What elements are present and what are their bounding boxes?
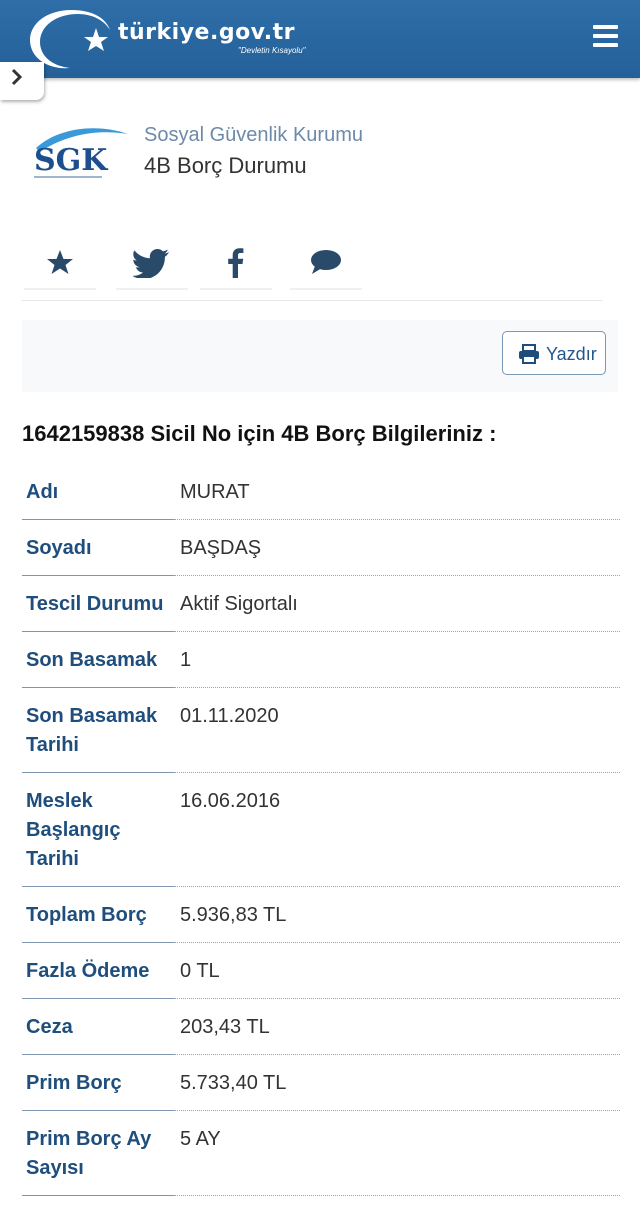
row-value: 1 <box>174 631 620 688</box>
favorite-button[interactable] <box>24 238 96 290</box>
table-row: Son Basamak Tarihi 01.11.2020 <box>22 687 620 773</box>
print-button[interactable]: Yazdır <box>502 331 606 375</box>
row-value: BAŞDAŞ <box>174 519 620 576</box>
table-row: Fazla Ödeme 0 TL <box>22 942 620 999</box>
row-label: Toplam Borç <box>22 886 174 943</box>
print-label: Yazdır <box>546 344 597 364</box>
sgk-logo: SGK <box>34 128 128 178</box>
logo-slogan: "Devletin Kısayolu" <box>238 46 306 55</box>
svg-text:SGK: SGK <box>34 143 108 178</box>
twitter-icon <box>133 249 169 278</box>
comment-button[interactable] <box>290 238 362 290</box>
logo-text: türkiye.gov.tr <box>118 20 295 45</box>
institution-header: SGK Sosyal Güvenlik Kurumu 4B Borç Durum… <box>30 120 590 190</box>
menu-button[interactable] <box>590 22 622 52</box>
row-label: Son Basamak Tarihi <box>22 687 174 773</box>
row-value: 5.733,40 TL <box>174 1054 620 1111</box>
table-row: Meslek Başlangıç Tarihi 16.06.2016 <box>22 772 620 887</box>
chevron-right-icon <box>11 68 23 86</box>
row-value: Aktif Sigortalı <box>174 575 620 632</box>
comment-icon <box>311 250 341 274</box>
table-row: Prim Borç Ay Sayısı 5 AY <box>22 1110 620 1196</box>
row-label: Son Basamak <box>22 631 174 688</box>
service-title: 4B Borç Durumu <box>144 153 307 178</box>
debt-info-table: Adı MURAT Soyadı BAŞDAŞ Tescil Durumu Aktif… <box>22 464 620 1196</box>
share-bar <box>22 238 602 301</box>
row-value: 01.11.2020 <box>174 687 620 773</box>
row-label: Meslek Başlangıç Tarihi <box>22 772 174 887</box>
table-row: Soyadı BAŞDAŞ <box>22 519 620 576</box>
facebook-share-button[interactable] <box>200 238 272 290</box>
table-row: Son Basamak 1 <box>22 631 620 688</box>
row-value: 0 TL <box>174 942 620 999</box>
info-title: 1642159838 Sicil No için 4B Borç Bilgile… <box>22 421 497 446</box>
row-label: Tescil Durumu <box>22 575 174 632</box>
table-row: Adı MURAT <box>22 464 620 520</box>
row-label: Soyadı <box>22 519 174 576</box>
row-label: Ceza <box>22 998 174 1055</box>
row-value: 5 AY <box>174 1110 620 1196</box>
institution-name: Sosyal Güvenlik Kurumu <box>144 124 363 146</box>
side-panel-toggle[interactable] <box>0 62 44 100</box>
printer-icon <box>519 344 539 364</box>
table-row: Ceza 203,43 TL <box>22 998 620 1055</box>
row-value: 16.06.2016 <box>174 772 620 887</box>
row-label: Adı <box>22 464 174 520</box>
site-header: türkiye.gov.tr "Devletin Kısayolu" <box>0 0 640 78</box>
twitter-share-button[interactable] <box>116 238 188 290</box>
hamburger-icon <box>593 25 618 29</box>
row-label: Prim Borç <box>22 1054 174 1111</box>
turkiye-gov-logo[interactable]: türkiye.gov.tr "Devletin Kısayolu" <box>26 4 326 72</box>
row-value: 5.936,83 TL <box>174 886 620 943</box>
row-label: Fazla Ödeme <box>22 942 174 999</box>
table-row: Prim Borç 5.733,40 TL <box>22 1054 620 1111</box>
table-row: Tescil Durumu Aktif Sigortalı <box>22 575 620 632</box>
row-value: 203,43 TL <box>174 998 620 1055</box>
row-label: Prim Borç Ay Sayısı <box>22 1110 174 1196</box>
facebook-icon <box>228 248 244 278</box>
content-toolbar: Yazdır <box>22 320 618 392</box>
table-row: Toplam Borç 5.936,83 TL <box>22 886 620 943</box>
star-icon <box>47 250 73 274</box>
row-value: MURAT <box>174 464 620 520</box>
